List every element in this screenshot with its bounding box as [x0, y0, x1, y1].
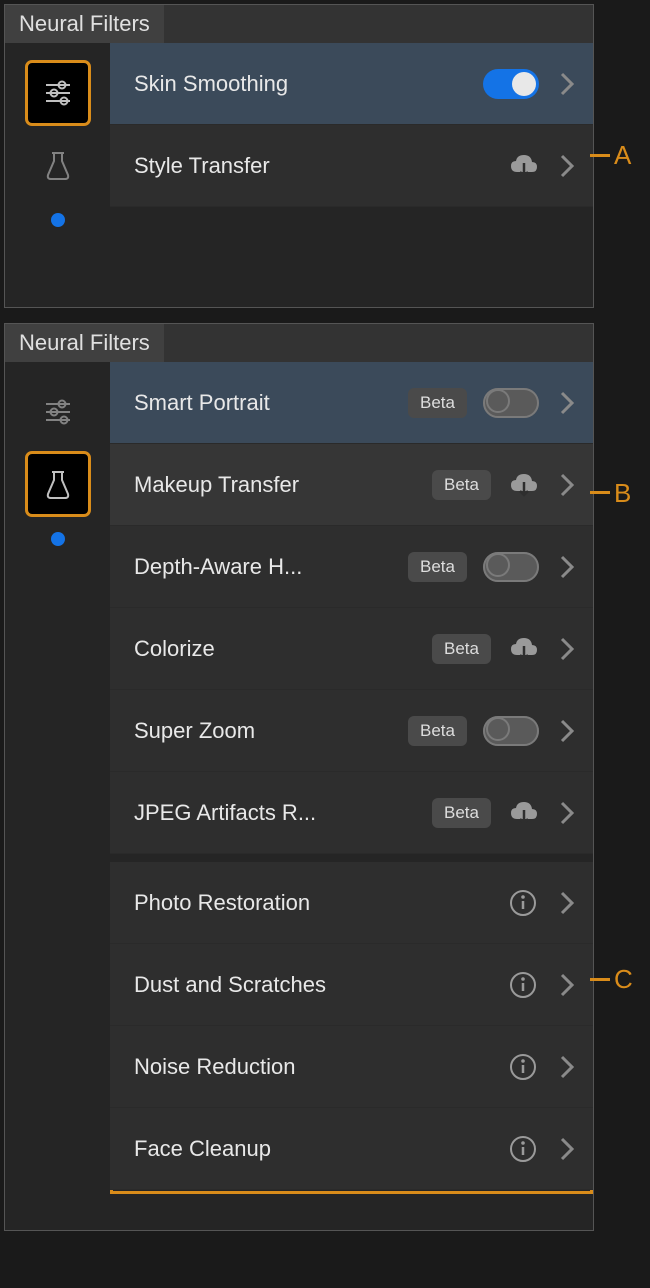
filter-label: Style Transfer: [134, 153, 507, 179]
filter-row-depth-aware-haze[interactable]: Depth-Aware H... Beta: [110, 526, 593, 608]
annotation-c: C: [614, 964, 633, 995]
flask-icon: [42, 468, 74, 500]
filter-row-super-zoom[interactable]: Super Zoom Beta: [110, 690, 593, 772]
neural-filters-panel-featured: Neural Filters Skin Smoothing Style Tran…: [4, 4, 594, 308]
chevron-right-icon: [555, 152, 575, 180]
sidebar-tab-beta[interactable]: [28, 454, 88, 514]
chevron-right-icon: [555, 1135, 575, 1163]
chevron-right-icon: [555, 389, 575, 417]
annotation-b: B: [614, 478, 631, 509]
notification-dot: [51, 213, 65, 227]
filter-row-face-cleanup[interactable]: Face Cleanup: [110, 1108, 593, 1190]
cloud-download-icon[interactable]: [507, 150, 539, 182]
filter-row-colorize[interactable]: Colorize Beta: [110, 608, 593, 690]
sliders-icon: [42, 77, 74, 109]
toggle-switch[interactable]: [483, 552, 539, 582]
filter-label: Smart Portrait: [134, 390, 408, 416]
panel-sidebar: [5, 362, 110, 1230]
panel-titlebar: Neural Filters: [5, 324, 593, 362]
toggle-switch[interactable]: [483, 388, 539, 418]
info-icon[interactable]: [507, 969, 539, 1001]
beta-badge: Beta: [432, 798, 491, 828]
annotation-line: [590, 978, 610, 981]
filter-row-makeup-transfer[interactable]: Makeup Transfer Beta: [110, 444, 593, 526]
flask-icon: [42, 149, 74, 181]
annotation-a: A: [614, 140, 631, 171]
beta-badge: Beta: [408, 552, 467, 582]
chevron-right-icon: [555, 889, 575, 917]
chevron-right-icon: [555, 799, 575, 827]
chevron-right-icon: [555, 553, 575, 581]
filter-label: Noise Reduction: [134, 1054, 507, 1080]
cloud-download-icon[interactable]: [507, 469, 539, 501]
filter-row-skin-smoothing[interactable]: Skin Smoothing: [110, 43, 593, 125]
sidebar-tab-featured[interactable]: [28, 63, 88, 123]
panel-title: Neural Filters: [5, 324, 164, 362]
beta-badge: Beta: [408, 388, 467, 418]
filter-label: Photo Restoration: [134, 890, 507, 916]
chevron-right-icon: [555, 70, 575, 98]
filter-row-smart-portrait[interactable]: Smart Portrait Beta: [110, 362, 593, 444]
filter-row-photo-restoration[interactable]: Photo Restoration: [110, 862, 593, 944]
filter-list-featured: Skin Smoothing Style Transfer: [110, 43, 593, 307]
sidebar-tab-beta[interactable]: [28, 135, 88, 195]
info-icon[interactable]: [507, 1051, 539, 1083]
chevron-right-icon: [555, 635, 575, 663]
chevron-right-icon: [555, 471, 575, 499]
filter-row-dust-scratches[interactable]: Dust and Scratches: [110, 944, 593, 1026]
toggle-switch[interactable]: [483, 716, 539, 746]
panel-title: Neural Filters: [5, 5, 164, 43]
panel-titlebar: Neural Filters: [5, 5, 593, 43]
beta-badge: Beta: [432, 634, 491, 664]
filter-label: Makeup Transfer: [134, 472, 432, 498]
filter-label: Face Cleanup: [134, 1136, 507, 1162]
notification-dot: [51, 532, 65, 546]
info-icon[interactable]: [507, 887, 539, 919]
filter-label: JPEG Artifacts R...: [134, 800, 432, 826]
info-icon[interactable]: [507, 1133, 539, 1165]
toggle-switch[interactable]: [483, 69, 539, 99]
cloud-download-icon[interactable]: [507, 633, 539, 665]
filter-label: Colorize: [134, 636, 432, 662]
filter-label: Depth-Aware H...: [134, 554, 408, 580]
filter-row-style-transfer[interactable]: Style Transfer: [110, 125, 593, 207]
panel-sidebar: [5, 43, 110, 307]
filter-label: Dust and Scratches: [134, 972, 507, 998]
filter-row-noise-reduction[interactable]: Noise Reduction: [110, 1026, 593, 1108]
sidebar-tab-featured[interactable]: [28, 382, 88, 442]
annotation-line: [590, 154, 610, 157]
chevron-right-icon: [555, 971, 575, 999]
filter-list-beta: Smart Portrait Beta Makeup Transfer Beta…: [110, 362, 593, 1230]
sliders-icon: [42, 396, 74, 428]
filter-row-jpeg-artifacts[interactable]: JPEG Artifacts R... Beta: [110, 772, 593, 854]
chevron-right-icon: [555, 717, 575, 745]
beta-badge: Beta: [432, 470, 491, 500]
filter-label: Skin Smoothing: [134, 71, 483, 97]
annotation-line: [590, 491, 610, 494]
beta-badge: Beta: [408, 716, 467, 746]
filter-label: Super Zoom: [134, 718, 408, 744]
chevron-right-icon: [555, 1053, 575, 1081]
neural-filters-panel-beta: Neural Filters Smart Portrait Beta: [4, 323, 594, 1231]
cloud-download-icon[interactable]: [507, 797, 539, 829]
